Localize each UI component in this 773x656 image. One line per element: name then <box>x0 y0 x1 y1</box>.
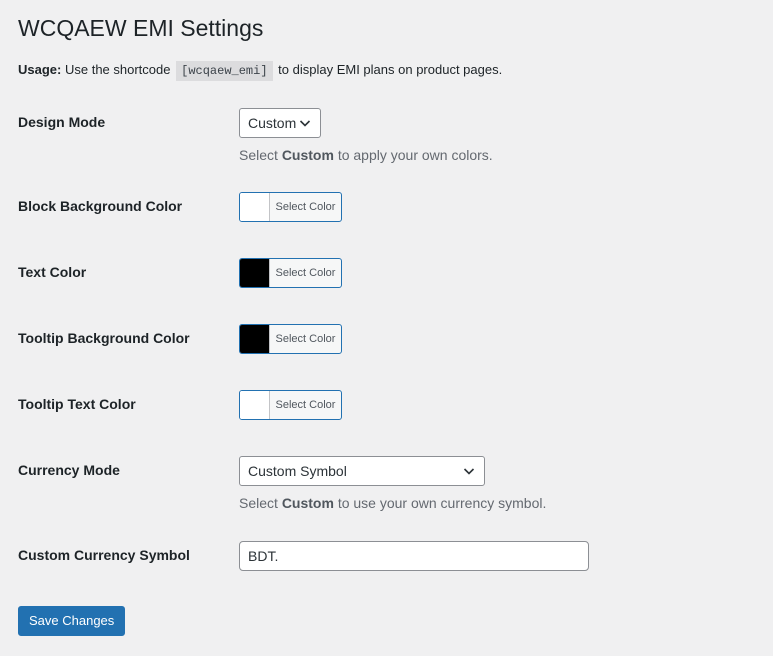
tooltip-bg-color-button-label: Select Color <box>275 333 336 345</box>
design-mode-desc-post: to apply your own colors. <box>337 147 493 163</box>
block-bg-color-label: Block Background Color <box>18 198 183 214</box>
block-bg-color-picker-button[interactable]: Select Color <box>239 192 342 222</box>
currency-mode-desc-post: to use your own currency symbol. <box>337 495 547 511</box>
chevron-down-icon <box>299 120 311 127</box>
text-color-label: Text Color <box>18 264 87 280</box>
tooltip-text-color-button-label: Select Color <box>275 399 336 411</box>
chevron-down-icon <box>463 468 475 475</box>
text-color-button-label: Select Color <box>275 267 336 279</box>
text-color-swatch <box>240 259 270 287</box>
block-bg-color-button-label: Select Color <box>275 201 336 213</box>
tooltip-text-color-swatch <box>240 391 270 419</box>
currency-mode-select[interactable]: Custom Symbol <box>239 456 485 486</box>
currency-symbol-field: BDT. <box>239 541 589 571</box>
block-bg-color-field: Select Color <box>239 192 342 222</box>
design-mode-desc-bold: Custom <box>281 147 334 163</box>
save-changes-button[interactable]: Save Changes <box>18 606 126 636</box>
tooltip-bg-color-label: Tooltip Background Color <box>18 330 190 346</box>
block-bg-color-swatch <box>240 193 270 221</box>
text-color-picker-button[interactable]: Select Color <box>239 258 342 288</box>
currency-mode-field: Custom Symbol Select Custom to use your … <box>239 456 546 513</box>
text-color-field: Select Color <box>239 258 342 288</box>
design-mode-value: Custom <box>248 115 297 131</box>
design-mode-field: Custom Select Custom to apply your own c… <box>239 108 493 165</box>
usage-label: Usage: <box>18 62 62 77</box>
currency-mode-description: Select Custom to use your own currency s… <box>239 493 546 513</box>
page-title: WCQAEW EMI Settings <box>18 15 264 41</box>
design-mode-description: Select Custom to apply your own colors. <box>239 145 493 165</box>
tooltip-bg-color-picker-button[interactable]: Select Color <box>239 324 342 354</box>
currency-symbol-label: Custom Currency Symbol <box>18 547 190 563</box>
design-mode-desc-pre: Select <box>239 147 278 163</box>
tooltip-text-color-field: Select Color <box>239 390 342 420</box>
currency-mode-desc-bold: Custom <box>281 495 334 511</box>
tooltip-text-color-picker-button[interactable]: Select Color <box>239 390 342 420</box>
design-mode-select[interactable]: Custom <box>239 108 321 138</box>
currency-mode-value: Custom Symbol <box>248 463 347 479</box>
currency-symbol-input[interactable]: BDT. <box>239 541 589 571</box>
usage-note: Usage: Use the shortcode [wcqaew_emi] to… <box>18 60 502 81</box>
currency-mode-desc-pre: Select <box>239 495 278 511</box>
tooltip-bg-color-swatch <box>240 325 270 353</box>
tooltip-text-color-label: Tooltip Text Color <box>18 396 136 412</box>
usage-text-pre: Use the shortcode <box>64 62 171 77</box>
design-mode-label: Design Mode <box>18 114 106 130</box>
currency-mode-label: Currency Mode <box>18 462 120 478</box>
usage-text-post: to display EMI plans on product pages. <box>278 62 503 77</box>
tooltip-bg-color-field: Select Color <box>239 324 342 354</box>
shortcode: [wcqaew_emi] <box>176 61 273 81</box>
